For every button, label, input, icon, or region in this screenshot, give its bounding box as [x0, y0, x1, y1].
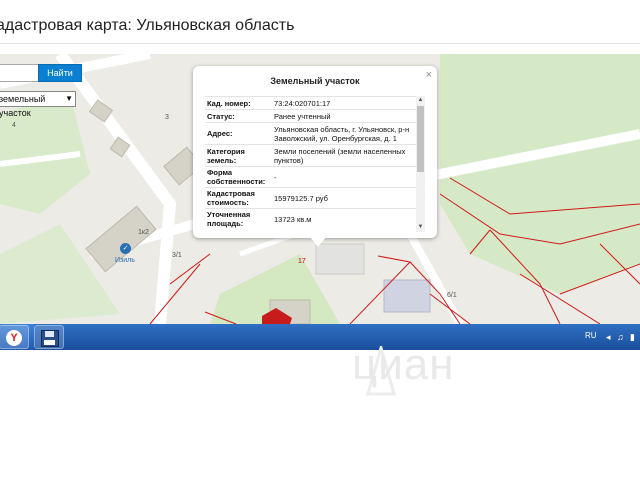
info-label: Статус:: [207, 111, 235, 121]
info-row: Статус: Ранее учтенный: [205, 109, 418, 122]
info-value: Ранее учтенный: [274, 111, 331, 121]
info-value: Ульяновская область, г. Ульяновск, р-н З…: [274, 124, 410, 143]
close-icon[interactable]: ×: [426, 69, 432, 81]
parcel-info-popup: Земельный участок × Кад. номер: 73:24:02…: [193, 66, 437, 247]
scroll-down-icon[interactable]: ▼: [416, 223, 425, 232]
info-row: Форма собственности: -: [205, 166, 418, 187]
chevron-down-icon: ▼: [65, 94, 73, 103]
network-icon[interactable]: ▮: [630, 332, 635, 343]
info-value: 13723 кв.м: [274, 214, 312, 224]
house-number-label: 3: [165, 114, 169, 121]
info-label: Адрес:: [207, 129, 233, 138]
info-value: 73:24:020701:17: [274, 98, 331, 108]
search-button[interactable]: Найти: [38, 64, 82, 82]
layer-type-select[interactable]: земельный участок ▼: [0, 91, 76, 118]
info-label: Категория земель:: [207, 146, 245, 165]
popup-scrollbar[interactable]: ▲ ▼: [416, 96, 425, 232]
building-label: 1к2: [138, 229, 149, 236]
popup-pointer: [310, 237, 326, 247]
parcel-info-table: Кад. номер: 73:24:020701:17 Статус: Ране…: [205, 96, 418, 229]
info-row: Адрес: Ульяновская область, г. Ульяновск…: [205, 122, 418, 144]
info-row: Кадастровая стоимость: 15979125.7 руб: [205, 187, 418, 208]
info-value: -: [274, 172, 277, 182]
scroll-up-icon[interactable]: ▲: [416, 96, 425, 105]
info-value: 15979125.7 руб: [274, 193, 328, 203]
title-divider: [0, 43, 640, 44]
info-label: Кад. номер:: [207, 98, 251, 108]
watermark-text: циан: [352, 340, 455, 389]
house-number-label: 4: [12, 122, 16, 129]
info-label: Кадастровая стоимость:: [207, 189, 255, 207]
info-value: Земли поселений (земли населенных пункто…: [274, 146, 406, 165]
yandex-browser-icon: Y: [6, 330, 22, 346]
info-row: Кад. номер: 73:24:020701:17: [205, 96, 418, 109]
scrollbar-thumb[interactable]: [417, 106, 424, 172]
poi-marker-icon[interactable]: ✓: [120, 243, 131, 254]
poi-label: Изиль: [115, 257, 135, 264]
cadastral-search-input[interactable]: [0, 64, 42, 82]
floppy-disk-icon: [41, 330, 59, 347]
info-row: Категория земель: Земли поселений (земли…: [205, 144, 418, 166]
taskbar-yandex-browser[interactable]: Y: [0, 325, 29, 349]
cadastral-map[interactable]: Найти земельный участок ▼ 1к2 Изиль ✓ 17…: [0, 54, 640, 324]
tray-expand-icon[interactable]: ◂: [606, 332, 611, 343]
info-row: Уточненная площадь: 13723 кв.м: [205, 208, 418, 229]
house-number-label: 6/1: [447, 292, 457, 299]
language-indicator[interactable]: RU: [585, 331, 597, 340]
parcel-number-label: 17: [298, 258, 306, 265]
page-title: адастровая карта: Ульяновская область: [0, 17, 295, 34]
windows-taskbar: Y RU ◂ ♫ ▮: [0, 324, 640, 350]
volume-icon[interactable]: ♫: [617, 332, 624, 342]
info-label: Уточненная площадь:: [207, 210, 251, 228]
popup-title: Земельный участок: [270, 76, 360, 86]
house-number-label: 3/1: [172, 252, 182, 259]
info-label: Форма собственности:: [207, 168, 266, 186]
taskbar-save-app[interactable]: [34, 325, 64, 349]
